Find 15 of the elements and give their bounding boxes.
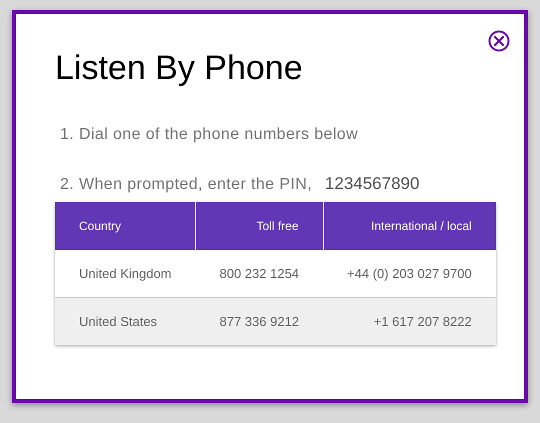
close-icon (488, 30, 510, 52)
table-cell: 877 336 9212 (196, 298, 324, 345)
close-button[interactable] (488, 30, 510, 52)
table-cell: +44 (0) 203 027 9700 (323, 250, 496, 298)
step-text: 2. When prompted, enter the PIN, (60, 176, 312, 193)
table-cell: United States (55, 298, 196, 345)
dialog-title: Listen By Phone (55, 49, 304, 88)
column-header: Country (55, 202, 196, 250)
pin-number: 1234567890 (324, 174, 420, 193)
step-text: 1. Dial one of the phone numbers below (60, 126, 358, 143)
table-cell: 800 232 1254 (196, 250, 324, 298)
column-header: International / local (323, 202, 496, 250)
table-cell: +1 617 207 8222 (323, 298, 496, 345)
table-cell: United Kingdom (55, 250, 196, 298)
column-header: Toll free (196, 202, 324, 250)
